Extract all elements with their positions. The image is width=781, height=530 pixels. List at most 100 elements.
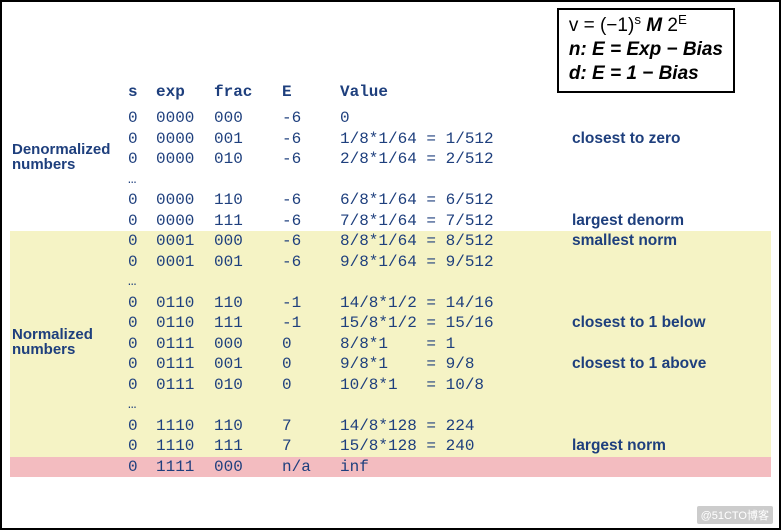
cell-frac: 010 <box>214 150 282 168</box>
cell-exp: 0000 <box>156 150 214 168</box>
cell-frac: 001 <box>214 253 282 271</box>
ellipsis: … <box>128 274 156 290</box>
table-row: 00001001-69/8*1/64 = 9/512 <box>10 252 771 273</box>
cell-E: n/a <box>282 458 340 476</box>
cell-s: 0 <box>128 417 156 435</box>
cell-value: inf <box>340 458 568 476</box>
table: s exp frac E Value 00000000-6000000001-6… <box>10 80 771 477</box>
table-row: Normalizednumbers0011100008/8*1 = 1 <box>10 334 771 355</box>
table-row: 00110110-114/8*1/2 = 14/16 <box>10 293 771 314</box>
cell-frac: 111 <box>214 437 282 455</box>
hdr-E: E <box>282 83 340 101</box>
cell-value: 15/8*128 = 240 <box>340 437 568 455</box>
cell-value: 14/8*1/2 = 14/16 <box>340 294 568 312</box>
cell-exp: 1111 <box>156 458 214 476</box>
cell-frac: 000 <box>214 232 282 250</box>
cell-s: 0 <box>128 314 156 332</box>
table-row: … <box>10 170 771 191</box>
formula-box: v = (−1)s M 2E n: E = Exp − Bias d: E = … <box>557 8 735 93</box>
cell-value: 9/8*1 = 9/8 <box>340 355 568 373</box>
label-denormalized: Denormalizednumbers <box>10 142 128 172</box>
table-row: 00000111-67/8*1/64 = 7/512largest denorm <box>10 211 771 232</box>
cell-s: 0 <box>128 253 156 271</box>
cell-exp: 0000 <box>156 212 214 230</box>
annotation: closest to 1 below <box>568 314 771 332</box>
cell-frac: 001 <box>214 130 282 148</box>
hdr-s: s <box>128 83 156 101</box>
cell-exp: 0000 <box>156 130 214 148</box>
cell-exp: 0001 <box>156 253 214 271</box>
hdr-frac: frac <box>214 83 282 101</box>
table-row: … <box>10 272 771 293</box>
cell-exp: 0111 <box>156 335 214 353</box>
cell-value: 15/8*1/2 = 15/16 <box>340 314 568 332</box>
cell-E: 0 <box>282 335 340 353</box>
cell-frac: 110 <box>214 294 282 312</box>
cell-E: 0 <box>282 355 340 373</box>
hdr-val: Value <box>340 83 568 101</box>
table-row: 01110111715/8*128 = 240largest norm <box>10 436 771 457</box>
table-row: Denormalizednumbers00000010-62/8*1/64 = … <box>10 149 771 170</box>
cell-exp: 0000 <box>156 191 214 209</box>
cell-exp: 0110 <box>156 314 214 332</box>
cell-exp: 0111 <box>156 376 214 394</box>
cell-value: 9/8*1/64 = 9/512 <box>340 253 568 271</box>
cell-exp: 1110 <box>156 417 214 435</box>
cell-E: 7 <box>282 437 340 455</box>
formula-line-1: v = (−1)s M 2E <box>569 14 723 38</box>
ellipsis: … <box>128 397 156 413</box>
watermark: @51CTO博客 <box>697 506 773 524</box>
ellipsis: … <box>128 172 156 188</box>
table-row: 00000000-60 <box>10 108 771 129</box>
cell-value: 6/8*1/64 = 6/512 <box>340 191 568 209</box>
cell-s: 0 <box>128 191 156 209</box>
cell-E: 0 <box>282 376 340 394</box>
cell-frac: 111 <box>214 212 282 230</box>
annotation: closest to zero <box>568 130 771 148</box>
cell-value: 8/8*1 = 1 <box>340 335 568 353</box>
cell-frac: 010 <box>214 376 282 394</box>
cell-value: 14/8*128 = 224 <box>340 417 568 435</box>
cell-E: -6 <box>282 212 340 230</box>
cell-frac: 111 <box>214 314 282 332</box>
table-row: 0011100109/8*1 = 9/8closest to 1 above <box>10 354 771 375</box>
cell-exp: 1110 <box>156 437 214 455</box>
cell-E: -6 <box>282 150 340 168</box>
cell-E: -6 <box>282 232 340 250</box>
cell-s: 0 <box>128 232 156 250</box>
cell-value: 2/8*1/64 = 2/512 <box>340 150 568 168</box>
cell-s: 0 <box>128 355 156 373</box>
annotation: closest to 1 above <box>568 355 771 373</box>
annotation: largest norm <box>568 437 771 455</box>
cell-value: 10/8*1 = 10/8 <box>340 376 568 394</box>
table-row: 00000110-66/8*1/64 = 6/512 <box>10 190 771 211</box>
cell-s: 0 <box>128 109 156 127</box>
cell-s: 0 <box>128 335 156 353</box>
annotation: smallest norm <box>568 232 771 250</box>
cell-exp: 0001 <box>156 232 214 250</box>
cell-s: 0 <box>128 130 156 148</box>
cell-s: 0 <box>128 212 156 230</box>
cell-frac: 110 <box>214 191 282 209</box>
cell-exp: 0110 <box>156 294 214 312</box>
cell-value: 8/8*1/64 = 8/512 <box>340 232 568 250</box>
cell-value: 1/8*1/64 = 1/512 <box>340 130 568 148</box>
cell-s: 0 <box>128 376 156 394</box>
cell-value: 0 <box>340 109 568 127</box>
table-row: 01110110714/8*128 = 224 <box>10 416 771 437</box>
cell-E: 7 <box>282 417 340 435</box>
cell-E: -1 <box>282 314 340 332</box>
cell-E: -6 <box>282 253 340 271</box>
cell-s: 0 <box>128 437 156 455</box>
cell-E: -6 <box>282 130 340 148</box>
cell-exp: 0111 <box>156 355 214 373</box>
cell-s: 0 <box>128 458 156 476</box>
label-normalized: Normalizednumbers <box>10 327 128 357</box>
cell-frac: 000 <box>214 335 282 353</box>
cell-frac: 001 <box>214 355 282 373</box>
cell-s: 0 <box>128 294 156 312</box>
cell-value: 7/8*1/64 = 7/512 <box>340 212 568 230</box>
cell-s: 0 <box>128 150 156 168</box>
table-row: … <box>10 395 771 416</box>
annotation: largest denorm <box>568 212 771 230</box>
